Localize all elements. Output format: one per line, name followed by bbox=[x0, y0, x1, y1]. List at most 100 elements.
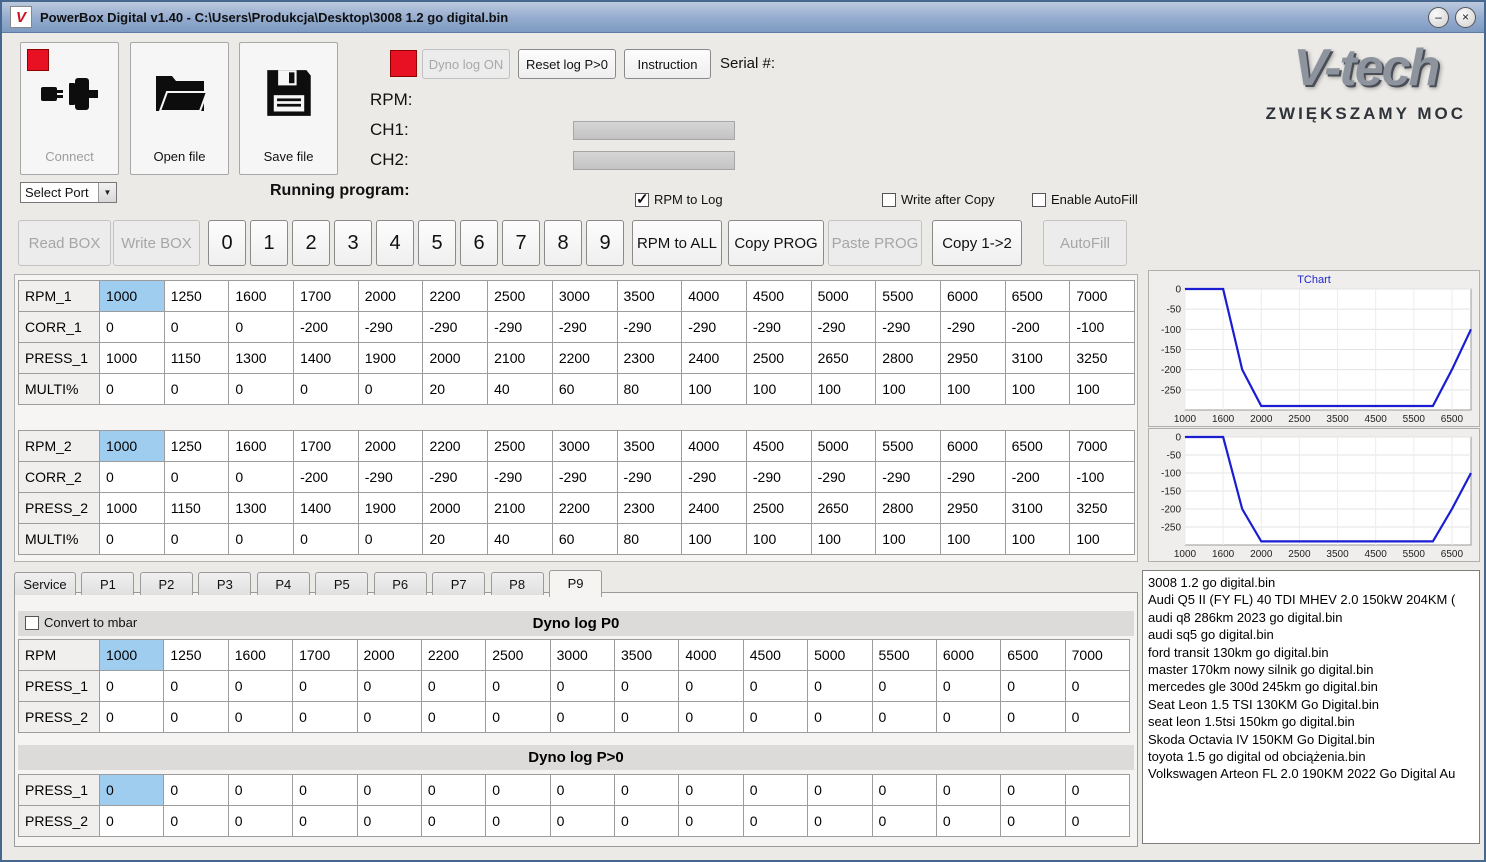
table-cell[interactable]: 100 bbox=[1004, 373, 1071, 405]
digit-button-7[interactable]: 7 bbox=[502, 220, 540, 266]
table-cell[interactable]: 2950 bbox=[939, 492, 1006, 524]
table-cell[interactable]: 4500 bbox=[745, 280, 812, 312]
table-cell[interactable]: -290 bbox=[422, 311, 489, 343]
table-cell[interactable]: 0 bbox=[871, 670, 937, 702]
table-cell[interactable]: 0 bbox=[163, 523, 230, 555]
table-cell[interactable]: 5000 bbox=[810, 430, 877, 462]
autofill-button[interactable]: AutoFill bbox=[1043, 220, 1127, 266]
table-cell[interactable]: 0 bbox=[1000, 774, 1066, 806]
table-cell[interactable]: 100 bbox=[810, 373, 877, 405]
table-cell[interactable]: 5000 bbox=[807, 639, 873, 671]
table-cell[interactable]: 0 bbox=[163, 461, 230, 493]
table-cell[interactable]: 1700 bbox=[292, 639, 358, 671]
table-cell[interactable]: 0 bbox=[98, 701, 165, 733]
table-cell[interactable]: 100 bbox=[1004, 523, 1071, 555]
tab-p3[interactable]: P3 bbox=[198, 572, 252, 595]
table-cell[interactable]: 0 bbox=[935, 805, 1002, 837]
table-cell[interactable]: 1000 bbox=[98, 639, 165, 671]
tab-p4[interactable]: P4 bbox=[256, 572, 310, 595]
table-cell[interactable]: 2200 bbox=[422, 280, 489, 312]
copy-prog-button[interactable]: Copy PROG bbox=[728, 220, 824, 266]
table-cell[interactable]: 20 bbox=[422, 523, 489, 555]
table-cell[interactable]: 100 bbox=[875, 373, 941, 405]
table-cell[interactable]: 2200 bbox=[551, 492, 618, 524]
table-cell[interactable]: 2000 bbox=[422, 342, 489, 374]
table-cell[interactable]: 0 bbox=[678, 805, 744, 837]
table-cell[interactable]: 2400 bbox=[681, 342, 747, 374]
convert-to-mbar-checkbox[interactable]: Convert to mbar bbox=[25, 615, 137, 630]
table-cell[interactable]: 0 bbox=[485, 805, 551, 837]
table-cell[interactable]: 1700 bbox=[293, 280, 359, 312]
table-cell[interactable]: -290 bbox=[616, 461, 683, 493]
table-cell[interactable]: 100 bbox=[1069, 373, 1135, 405]
table-cell[interactable]: -290 bbox=[875, 311, 941, 343]
table-cell[interactable]: 0 bbox=[549, 670, 616, 702]
table-cell[interactable]: 100 bbox=[745, 523, 812, 555]
tab-p1[interactable]: P1 bbox=[81, 572, 135, 595]
table-cell[interactable]: 40 bbox=[487, 523, 553, 555]
table-cell[interactable]: 1000 bbox=[99, 280, 165, 312]
table-cell[interactable]: 2200 bbox=[551, 342, 618, 374]
table-cell[interactable]: 0 bbox=[357, 523, 424, 555]
file-list-item[interactable]: audi q8 286km 2023 go digital.bin bbox=[1148, 609, 1474, 626]
table-cell[interactable]: 6500 bbox=[1004, 280, 1071, 312]
table-cell[interactable]: 2500 bbox=[487, 430, 553, 462]
rpm-to-all-button[interactable]: RPM to ALL bbox=[632, 220, 722, 266]
table-cell[interactable]: -290 bbox=[422, 461, 489, 493]
table-cell[interactable]: 0 bbox=[613, 670, 680, 702]
table-cell[interactable]: 0 bbox=[678, 701, 744, 733]
table-cell[interactable]: 2300 bbox=[616, 492, 683, 524]
table-cell[interactable]: 5000 bbox=[810, 280, 877, 312]
table-cell[interactable]: 0 bbox=[227, 701, 294, 733]
close-button[interactable]: × bbox=[1455, 6, 1476, 28]
dyno-log-on-button[interactable]: Dyno log ON bbox=[422, 49, 510, 79]
select-port-dropdown[interactable]: Select Port ▼ bbox=[20, 182, 117, 203]
file-list-item[interactable]: Seat Leon 1.5 TSI 130KM Go Digital.bin bbox=[1148, 696, 1474, 713]
table-cell[interactable]: -290 bbox=[810, 461, 877, 493]
digit-button-3[interactable]: 3 bbox=[334, 220, 372, 266]
table-cell[interactable]: 0 bbox=[163, 670, 229, 702]
table-cell[interactable]: 2100 bbox=[487, 492, 553, 524]
table-cell[interactable]: 3100 bbox=[1004, 342, 1071, 374]
table-cell[interactable]: 0 bbox=[356, 670, 422, 702]
table-cell[interactable]: 0 bbox=[356, 774, 422, 806]
table-cell[interactable]: 6000 bbox=[939, 280, 1006, 312]
table-cell[interactable]: 0 bbox=[228, 461, 295, 493]
table-cell[interactable]: 0 bbox=[549, 805, 616, 837]
paste-prog-button[interactable]: Paste PROG bbox=[828, 220, 922, 266]
table-cell[interactable]: 0 bbox=[99, 373, 165, 405]
tab-p5[interactable]: P5 bbox=[315, 572, 369, 595]
table-cell[interactable]: 0 bbox=[293, 373, 359, 405]
digit-button-9[interactable]: 9 bbox=[586, 220, 624, 266]
table-cell[interactable]: 0 bbox=[292, 670, 358, 702]
table-cell[interactable]: 0 bbox=[742, 670, 809, 702]
table-cell[interactable]: -290 bbox=[357, 311, 424, 343]
table-cell[interactable]: 100 bbox=[875, 523, 941, 555]
table-cell[interactable]: 0 bbox=[1064, 774, 1131, 806]
tab-p8[interactable]: P8 bbox=[490, 572, 544, 595]
table-cell[interactable]: 2200 bbox=[420, 639, 487, 671]
table-cell[interactable]: 0 bbox=[163, 373, 230, 405]
table-cell[interactable]: -290 bbox=[487, 461, 553, 493]
table-cell[interactable]: 0 bbox=[485, 670, 551, 702]
table-cell[interactable]: 4000 bbox=[678, 639, 744, 671]
table-cell[interactable]: -290 bbox=[616, 311, 683, 343]
table-cell[interactable]: 0 bbox=[549, 774, 616, 806]
table-cell[interactable]: 1400 bbox=[293, 492, 359, 524]
table-cell[interactable]: -290 bbox=[681, 311, 747, 343]
table-cell[interactable]: 0 bbox=[163, 805, 229, 837]
table-cell[interactable]: 2000 bbox=[422, 492, 489, 524]
table-cell[interactable]: -200 bbox=[293, 461, 359, 493]
table-cell[interactable]: 4000 bbox=[681, 430, 747, 462]
table-cell[interactable]: 2500 bbox=[745, 342, 812, 374]
table-cell[interactable]: 0 bbox=[1000, 701, 1066, 733]
file-list-item[interactable]: 3008 1.2 go digital.bin bbox=[1148, 574, 1474, 591]
table-cell[interactable]: 3250 bbox=[1069, 492, 1135, 524]
table-cell[interactable]: 7000 bbox=[1069, 280, 1135, 312]
table-cell[interactable]: 0 bbox=[163, 311, 230, 343]
table-cell[interactable]: 2000 bbox=[357, 430, 424, 462]
table-cell[interactable]: -290 bbox=[551, 311, 618, 343]
table-cell[interactable]: 1150 bbox=[163, 342, 230, 374]
table-cell[interactable]: 0 bbox=[742, 774, 809, 806]
table-cell[interactable]: 80 bbox=[616, 523, 683, 555]
